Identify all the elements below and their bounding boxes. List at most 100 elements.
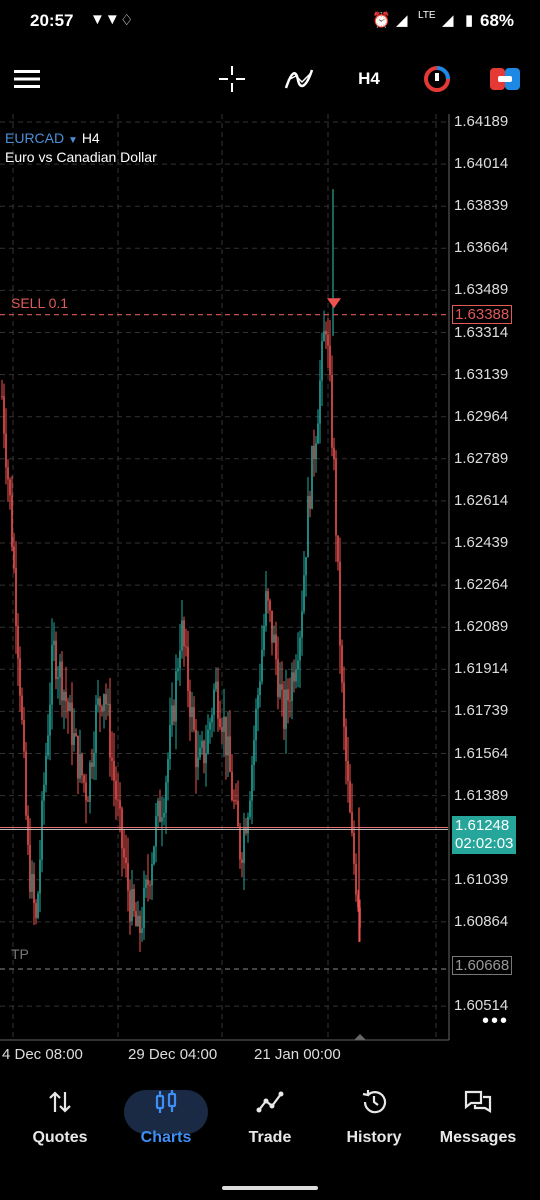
candle-body: [291, 672, 293, 701]
bar-countdown: 02:02:03: [455, 835, 514, 852]
candle-body: [119, 800, 121, 809]
candle-body: [107, 703, 109, 705]
nav-messages-label: Messages: [439, 1129, 517, 1146]
candle-body: [93, 753, 95, 767]
candle-body: [29, 844, 31, 892]
candle-body: [335, 459, 337, 536]
candle-body: [201, 740, 203, 748]
candle-body: [223, 716, 225, 732]
nav-charts[interactable]: Charts: [112, 1088, 220, 1147]
indicators-icon[interactable]: [282, 64, 316, 94]
candle-body: [35, 903, 37, 918]
symbol-name[interactable]: EURCAD: [5, 130, 64, 146]
candle-body: [341, 645, 343, 683]
candle-body: [211, 714, 213, 723]
candle-body: [313, 445, 315, 460]
candle-body: [231, 771, 233, 800]
candle-body: [31, 873, 33, 892]
nav-quotes[interactable]: Quotes: [6, 1088, 114, 1147]
sell-order-label[interactable]: SELL 0.1: [11, 295, 68, 311]
candle-body: [295, 669, 297, 682]
price-chart[interactable]: [0, 114, 540, 1074]
signal-icon: ◢: [396, 12, 408, 29]
candle-body: [131, 889, 133, 922]
candle-body: [81, 754, 83, 776]
candle-body: [327, 334, 329, 346]
candle-body: [167, 759, 169, 783]
candle-body: [45, 755, 47, 785]
candle-body: [19, 658, 21, 696]
candle-body: [187, 646, 189, 691]
status-bar: 20:57 ▼▼ ♢ ⏰ ◢ LTE ◢ ▮ 68%: [0, 0, 540, 44]
candle-body: [39, 859, 41, 894]
menu-icon[interactable]: [12, 64, 42, 94]
candle-body: [293, 672, 295, 682]
new-order-icon[interactable]: [488, 64, 522, 94]
candle-body: [343, 682, 345, 727]
bid-price: 1.61248: [455, 817, 510, 834]
candle-body: [179, 650, 181, 669]
candle-body: [111, 757, 113, 761]
candle-body: [121, 808, 123, 849]
candle-body: [237, 800, 239, 827]
candle-body: [261, 650, 263, 682]
candle-body: [141, 928, 143, 933]
quotes-icon: [49, 1091, 71, 1113]
price-tick-label: 1.62614: [454, 491, 509, 509]
candle-body: [125, 857, 127, 864]
candle-body: [271, 610, 273, 643]
messages-icon: [464, 1090, 492, 1113]
candle-body: [309, 496, 311, 509]
candle-body: [301, 611, 303, 638]
candle-body: [305, 557, 307, 576]
candle-body: [71, 702, 73, 745]
candle-body: [69, 702, 71, 711]
nav-history-label: History: [346, 1129, 402, 1146]
candle-body: [67, 701, 69, 711]
candle-body: [275, 634, 277, 660]
price-tick-label: 1.60864: [454, 912, 509, 930]
candle-body: [259, 681, 261, 696]
candle-body: [189, 690, 191, 718]
nav-history[interactable]: History: [320, 1088, 428, 1147]
candle-body: [209, 722, 211, 730]
one-click-trading-icon[interactable]: [420, 64, 454, 94]
nav-trade[interactable]: Trade: [216, 1088, 324, 1147]
candle-body: [297, 660, 299, 670]
price-tick-label: 1.64014: [454, 155, 509, 173]
battery-level: 68%: [480, 11, 515, 30]
crosshair-icon[interactable]: [216, 64, 248, 94]
trade-icon: [256, 1091, 284, 1113]
more-options-icon[interactable]: •••: [482, 1010, 509, 1033]
candle-body: [319, 380, 321, 424]
candle-body: [355, 863, 357, 895]
candle-body: [159, 800, 161, 822]
price-tick-label: 1.63314: [454, 323, 509, 341]
candle-body: [41, 800, 43, 860]
chart-symbol-header[interactable]: EURCAD ▼ H4: [5, 130, 100, 146]
alarm-icon: ⏰: [372, 12, 391, 29]
candle-body: [317, 423, 319, 444]
time-tick-label: 29 Dec 04:00: [128, 1046, 218, 1063]
candle-body: [133, 889, 135, 912]
price-tick-label: 1.61039: [454, 870, 509, 888]
candle-body: [263, 625, 265, 651]
candle-body: [185, 646, 187, 648]
take-profit-label[interactable]: TP: [11, 946, 29, 962]
nav-trade-label: Trade: [248, 1129, 292, 1146]
candle-body: [61, 661, 63, 701]
take-profit-marker: 1.60668: [452, 956, 513, 975]
price-tick-label: 1.62439: [454, 534, 509, 551]
timeframe-button[interactable]: H4: [352, 64, 386, 94]
symbol-dropdown-icon[interactable]: ▼: [68, 135, 78, 146]
candle-body: [325, 330, 327, 335]
chart-canvas[interactable]: [0, 114, 540, 1074]
candle-body: [153, 846, 155, 865]
sell-arrow-icon: [327, 298, 341, 309]
candle-body: [247, 816, 249, 834]
nav-messages[interactable]: Messages: [424, 1088, 532, 1147]
candle-body: [307, 496, 309, 558]
candle-body: [21, 695, 23, 720]
candle-body: [101, 706, 103, 712]
candle-body: [53, 640, 55, 646]
